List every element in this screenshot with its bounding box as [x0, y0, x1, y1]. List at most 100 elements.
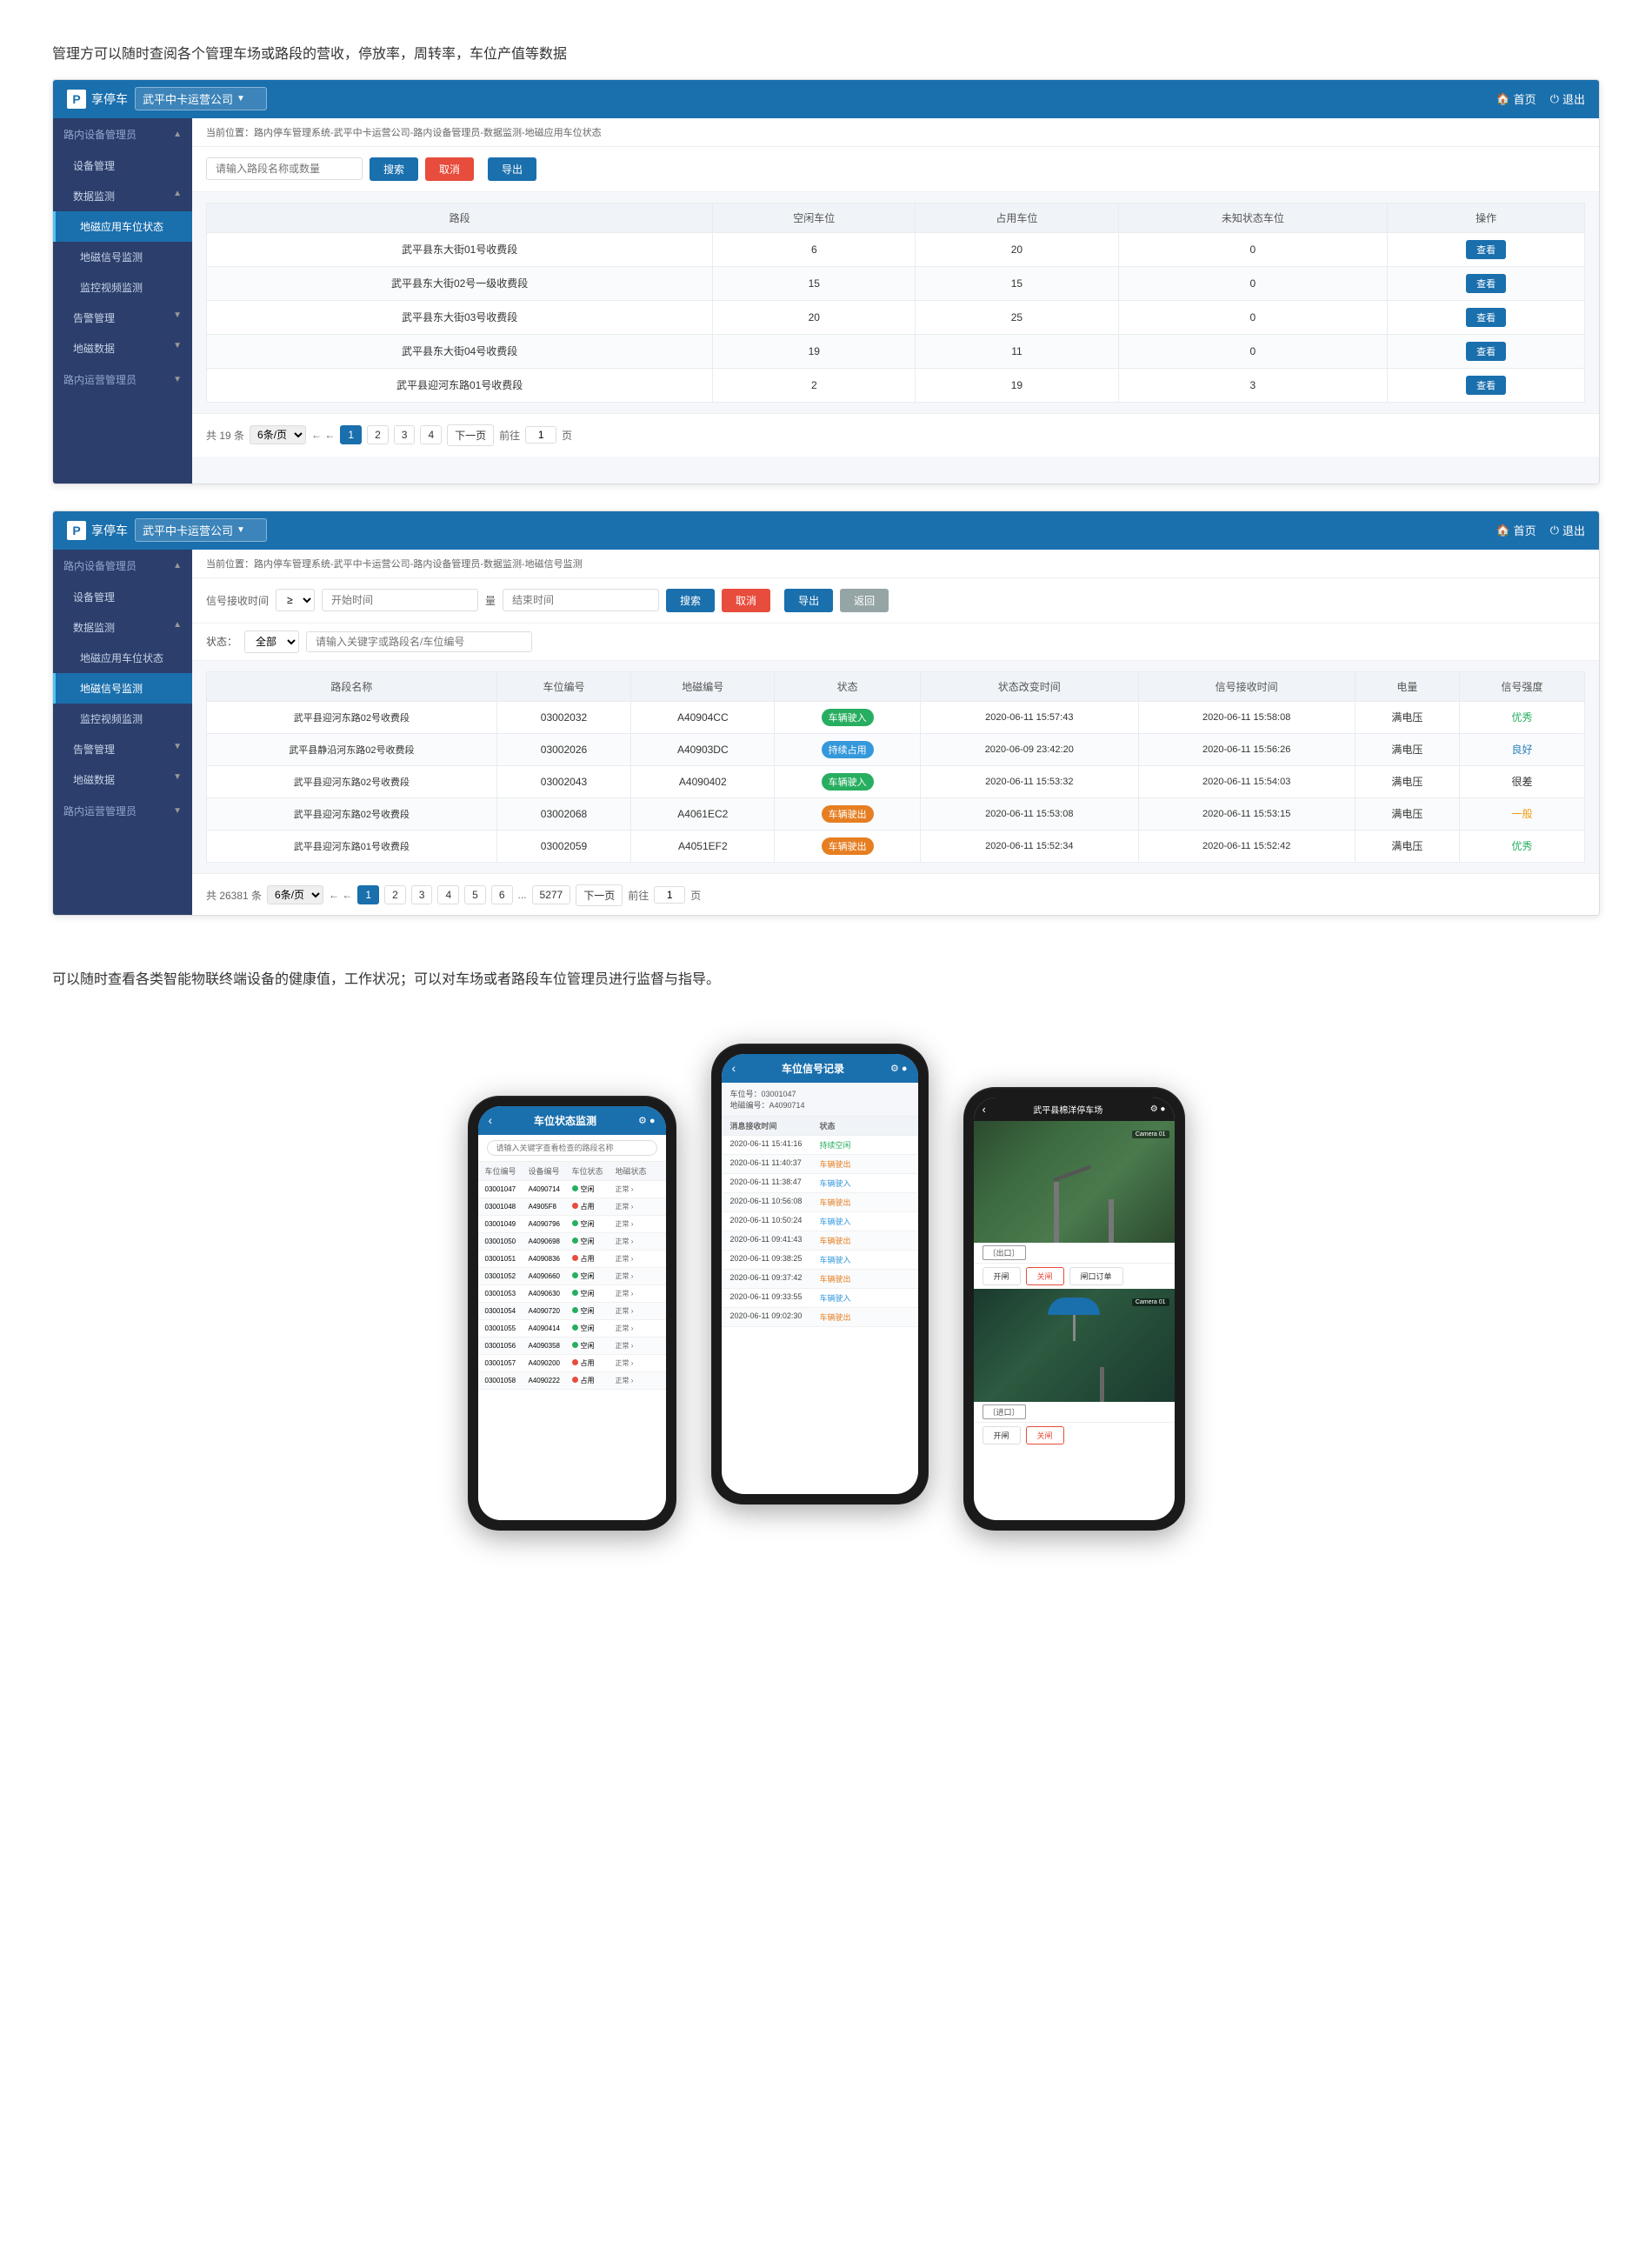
panel2-page-5[interactable]: 5 [464, 885, 486, 904]
panel2-sidebar-equipment[interactable]: 设备管理 [53, 582, 192, 612]
panel2-home-icon: 🏠 [1495, 524, 1509, 537]
panel2-page-4[interactable]: 4 [437, 885, 459, 904]
phone2-back-icon[interactable]: ‹ [732, 1061, 736, 1075]
panel2-sidebar-magnet[interactable]: 地磁数据 ▼ [53, 764, 192, 795]
phone1-space-no: 03001048 [485, 1203, 529, 1211]
panel2-page-2[interactable]: 2 [384, 885, 406, 904]
exit-order-btn[interactable]: 闸口订单 [1069, 1267, 1123, 1285]
phone3-back-icon[interactable]: ‹ [983, 1103, 986, 1116]
panel2-sidebar-space[interactable]: 地磁应用车位状态 [53, 643, 192, 673]
list-item[interactable]: 03001058 A4090222 占用 正常 › [478, 1372, 666, 1390]
view-button[interactable]: 查看 [1466, 240, 1506, 259]
sidebar-item-equipment[interactable]: 设备管理 [53, 150, 192, 181]
list-item[interactable]: 03001055 A4090414 空闲 正常 › [478, 1320, 666, 1338]
home-nav[interactable]: 🏠 首页 [1495, 90, 1535, 107]
exit-open-btn[interactable]: 开闸 [983, 1267, 1021, 1285]
panel1-page-input[interactable] [525, 426, 556, 444]
exit-close-btn[interactable]: 关闸 [1026, 1267, 1064, 1285]
logout-nav[interactable]: ⏻ 退出 [1550, 90, 1585, 107]
col2-space: 车位编号 [496, 671, 631, 701]
page-btn-2[interactable]: 2 [367, 425, 389, 444]
sidebar-item-data[interactable]: 数据监测 ▲ [53, 181, 192, 211]
page-btn-3[interactable]: 3 [394, 425, 416, 444]
panel2-search-btn[interactable]: 搜索 [666, 589, 715, 612]
view-button[interactable]: 查看 [1466, 342, 1506, 361]
panel2-sidebar-data[interactable]: 数据监测 ▲ [53, 612, 192, 643]
panel2-sidebar-signal[interactable]: 地磁信号监测 [53, 673, 192, 704]
panel2-sidebar-camera[interactable]: 监控视频监测 [53, 704, 192, 734]
panel2-export-btn[interactable]: 导出 [784, 589, 833, 612]
phone1-space-no: 03001054 [485, 1307, 529, 1315]
list-item[interactable]: 03001054 A4090720 空闲 正常 › [478, 1303, 666, 1320]
panel1-search-input[interactable] [206, 157, 363, 180]
page-btn-1[interactable]: 1 [340, 425, 362, 444]
sidebar-section-1[interactable]: 路内设备管理员 ▲ [53, 118, 192, 150]
panel2-page-size[interactable]: 6条/页 [267, 885, 323, 904]
page-btn-next[interactable]: 下一页 [447, 424, 494, 446]
panel2-page-input[interactable] [654, 886, 685, 904]
panel2-page-last[interactable]: 5277 [532, 885, 571, 904]
phone2-status: 车辆驶入 [820, 1178, 909, 1189]
sidebar-item-magnet-data[interactable]: 地磁数据 ▼ [53, 333, 192, 364]
signal-compare-select[interactable]: ≥≤ [276, 589, 315, 611]
view-button[interactable]: 查看 [1466, 308, 1506, 327]
panel2-page-6[interactable]: 6 [491, 885, 513, 904]
panel2-reset-btn[interactable]: 取消 [722, 589, 770, 612]
list-item[interactable]: 03001049 A4090796 空闲 正常 › [478, 1216, 666, 1233]
list-item[interactable]: 03001057 A4090200 占用 正常 › [478, 1355, 666, 1372]
list-item[interactable]: 03001053 A4090630 空闲 正常 › [478, 1285, 666, 1303]
end-time-input[interactable] [503, 589, 659, 611]
cell2-road: 武平县迎河东路02号收费段 [207, 765, 497, 797]
start-time-input[interactable] [322, 589, 478, 611]
panel2-company[interactable]: 武平中卡运营公司 ▼ [135, 518, 267, 542]
phone1-search-input[interactable] [487, 1140, 657, 1156]
list-item[interactable]: 03001052 A4090660 空闲 正常 › [478, 1268, 666, 1285]
panel2-home-nav[interactable]: 🏠 首页 [1495, 522, 1535, 538]
panel2-page-1[interactable]: 1 [357, 885, 379, 904]
panel2-page-3[interactable]: 3 [411, 885, 433, 904]
page-btn-4[interactable]: 4 [420, 425, 442, 444]
view-button[interactable]: 查看 [1466, 376, 1506, 395]
panel2-logout-nav[interactable]: ⏻ 退出 [1550, 522, 1585, 538]
list-item[interactable]: 03001051 A4090836 占用 正常 › [478, 1251, 666, 1268]
umbrella-sim [1048, 1298, 1100, 1332]
panel2-page-next[interactable]: 下一页 [576, 884, 623, 906]
panel2-back-btn[interactable]: 返回 [840, 589, 889, 612]
sidebar-item-signal[interactable]: 地磁信号监测 [53, 242, 192, 272]
sidebar-item-camera[interactable]: 监控视频监测 [53, 272, 192, 303]
panel1-breadcrumb: 当前位置：路内停车管理系统-武平中卡运营公司-路内设备管理员-数据监测-地磁应用… [192, 118, 1599, 147]
phone1-device-no: A4090358 [529, 1342, 572, 1350]
panel2-sidebar-section-1[interactable]: 路内设备管理员 ▲ [53, 550, 192, 582]
status-select[interactable]: 全部 [244, 630, 299, 653]
cell2-status-time: 2020-06-09 23:42:20 [920, 733, 1138, 765]
list-item[interactable]: 03001056 A4090358 空闲 正常 › [478, 1338, 666, 1355]
panel2-sidebar-section-2[interactable]: 路内运营管理员 ▼ [53, 795, 192, 827]
cell2-quality: 良好 [1460, 733, 1585, 765]
list-item[interactable]: 03001048 A4905F8 占用 正常 › [478, 1198, 666, 1216]
sidebar-item-alarm[interactable]: 告警管理 ▼ [53, 303, 192, 333]
phone2-status: 持续空闲 [820, 1139, 909, 1151]
panel1-page-size[interactable]: 6条/页 [250, 425, 306, 444]
panel1-export-button[interactable]: 导出 [488, 157, 536, 181]
panel1-search-button[interactable]: 搜索 [370, 157, 418, 181]
sidebar-item-space-status[interactable]: 地磁应用车位状态 [53, 211, 192, 242]
cell2-magnet: A4090402 [631, 765, 775, 797]
company-selector[interactable]: 武平中卡运营公司 ▼ [135, 87, 267, 110]
entrance-open-btn[interactable]: 开闸 [983, 1426, 1021, 1444]
phone1-back-icon[interactable]: ‹ [489, 1113, 493, 1127]
list-item[interactable]: 03001047 A4090714 空闲 正常 › [478, 1181, 666, 1198]
camera1-tag: 〔出口〕 [974, 1243, 1175, 1264]
panel2-keyword-input[interactable] [306, 631, 532, 652]
panel2-sidebar-alarm[interactable]: 告警管理 ▼ [53, 734, 192, 764]
cell2-status: 车辆驶出 [775, 830, 921, 862]
phone1-space-no: 03001051 [485, 1255, 529, 1263]
view-button[interactable]: 查看 [1466, 274, 1506, 293]
panel1-reset-button[interactable]: 取消 [425, 157, 474, 181]
phone1-space-no: 03001047 [485, 1185, 529, 1193]
panel1-pagination: 共 19 条 6条/页 ← ← 1 2 3 4 下一页 前往 页 [192, 413, 1599, 457]
list-item[interactable]: 03001050 A4090698 空闲 正常 › [478, 1233, 666, 1251]
chevron-data-icon: ▲ [173, 189, 182, 198]
sidebar-section-2[interactable]: 路内运营管理员 ▼ [53, 364, 192, 396]
entrance-close-btn[interactable]: 关闸 [1026, 1426, 1064, 1444]
power-icon: ⏻ [1550, 92, 1559, 106]
